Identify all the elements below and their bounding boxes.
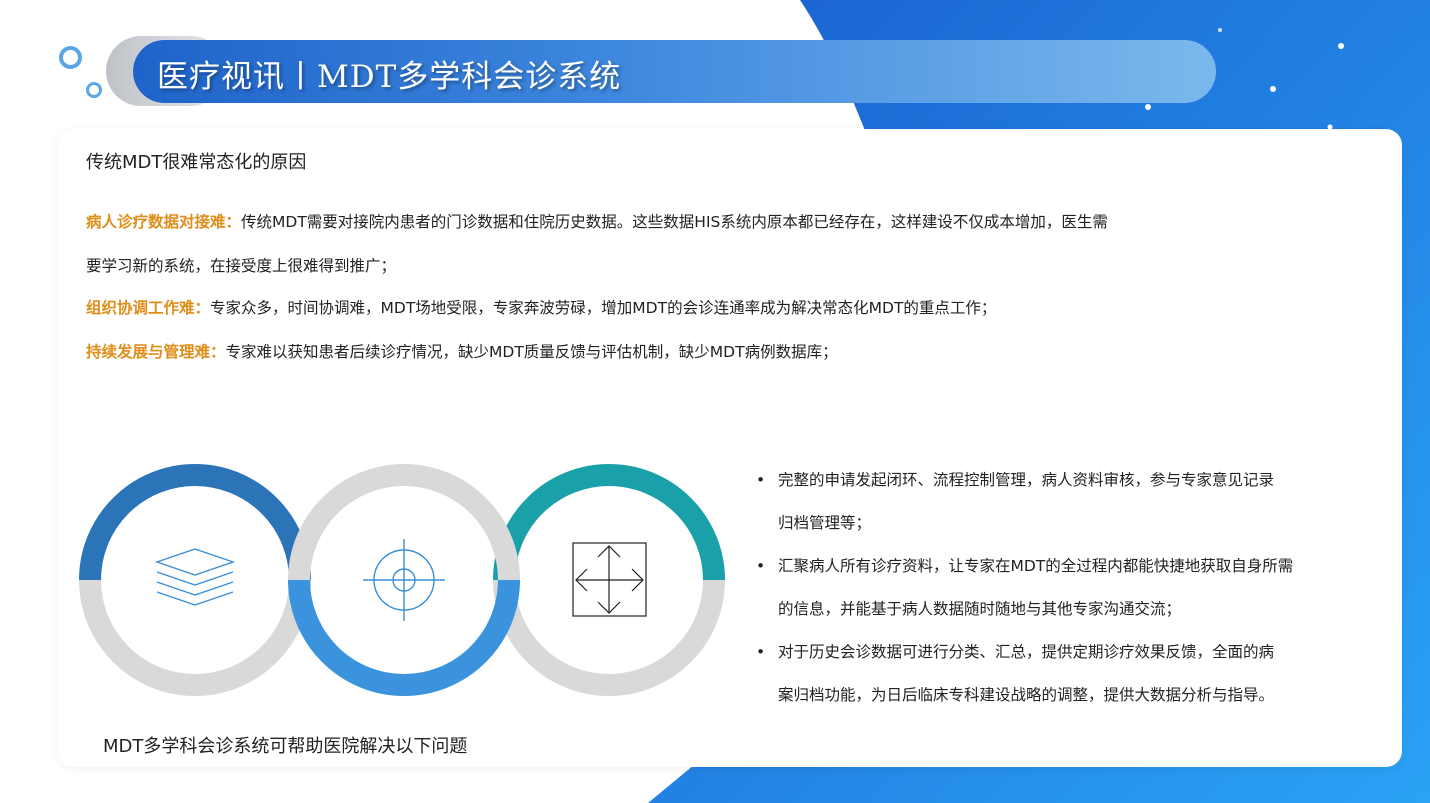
- page-title: 医疗视讯丨MDT多学科会诊系统: [157, 59, 622, 95]
- feature-bullet-line: 对于历史会诊数据可进行分类、汇总，提供定期诊疗效果反馈，全面的病: [778, 643, 1275, 661]
- target-icon: [363, 539, 445, 621]
- feature-bullet-line: 汇聚病人所有诊疗资料，让专家在MDT的全过程内都能快捷地获取自身所需: [778, 557, 1294, 575]
- feature-bullet-list: • 完整的申请发起闭环、流程控制管理，病人资料审核，参与专家意见记录 归档管理等…: [756, 459, 1356, 717]
- ring-1-top-arc: [79, 464, 311, 581]
- feature-bullet: • 对于历史会诊数据可进行分类、汇总，提供定期诊疗效果反馈，全面的病 案归档功能…: [756, 631, 1356, 717]
- title-bar: 医疗视讯丨MDT多学科会诊系统: [133, 40, 1216, 103]
- layers-icon: [154, 548, 236, 606]
- feature-bullet: • 完整的申请发起闭环、流程控制管理，病人资料审核，参与专家意见记录 归档管理等…: [756, 459, 1356, 545]
- content-card: 传统MDT很难常态化的原因 病人诊疗数据对接难：传统MDT需要对接院内患者的门诊…: [58, 129, 1402, 767]
- ring-1-bottom-arc: [79, 579, 311, 696]
- feature-bullet: • 汇聚病人所有诊疗资料，让专家在MDT的全过程内都能快捷地获取自身所需 的信息…: [756, 545, 1356, 631]
- decor-ring-large: [59, 46, 82, 69]
- feature-bullet-line: 案归档功能，为日后临床专科建设战略的调整，提供大数据分析与指导。: [778, 686, 1275, 704]
- feature-bullet-line: 的信息，并能基于病人数据随时随地与其他专家沟通交流；: [778, 600, 1182, 618]
- expand-arrows-icon: [572, 542, 647, 617]
- decor-ring-small: [86, 82, 102, 98]
- feature-bullet-line: 归档管理等；: [778, 514, 872, 532]
- feature-bullet-line: 完整的申请发起闭环、流程控制管理，病人资料审核，参与专家意见记录: [778, 471, 1275, 489]
- three-rings-graphic: [79, 464, 725, 696]
